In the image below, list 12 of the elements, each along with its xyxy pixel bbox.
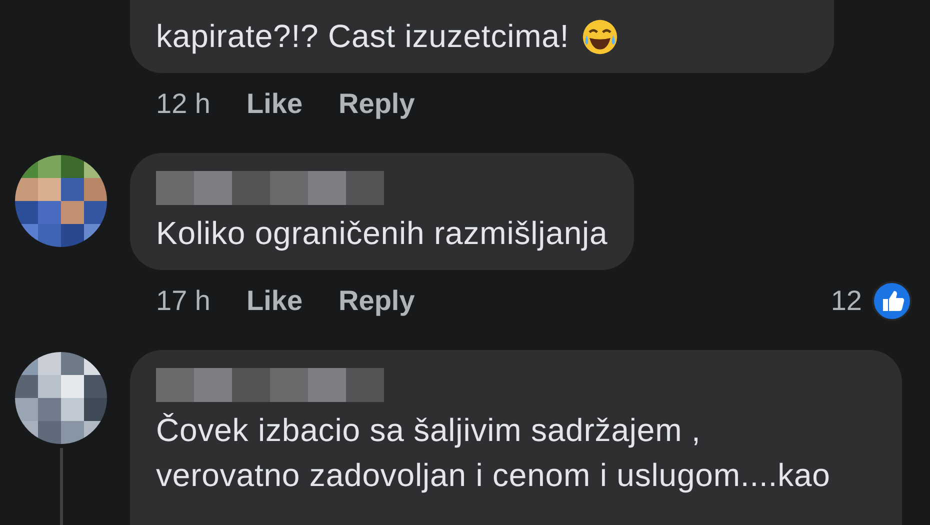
comment-text: Koliko ograničenih razmišljanja xyxy=(156,214,608,253)
comment-action-link[interactable]: Like xyxy=(246,88,303,120)
comment-time: 17 h xyxy=(156,285,210,317)
comment-action-link[interactable]: Reply xyxy=(338,285,415,317)
comment-action-link[interactable]: Reply xyxy=(338,88,415,120)
comment-text: kapirate?!? Cast izuzetcima! xyxy=(156,17,570,56)
comment-text: Čovek izbacio sa šaljivim sadržajem , xyxy=(156,411,701,450)
like-icon xyxy=(872,281,912,321)
reaction-count: 12 xyxy=(830,285,862,317)
comment-time: 12 h xyxy=(156,88,210,120)
comment-action-link[interactable]: Like xyxy=(246,285,303,317)
comment-text: verovatno zadovoljan i cenom i uslugom....kao xyxy=(156,456,830,495)
